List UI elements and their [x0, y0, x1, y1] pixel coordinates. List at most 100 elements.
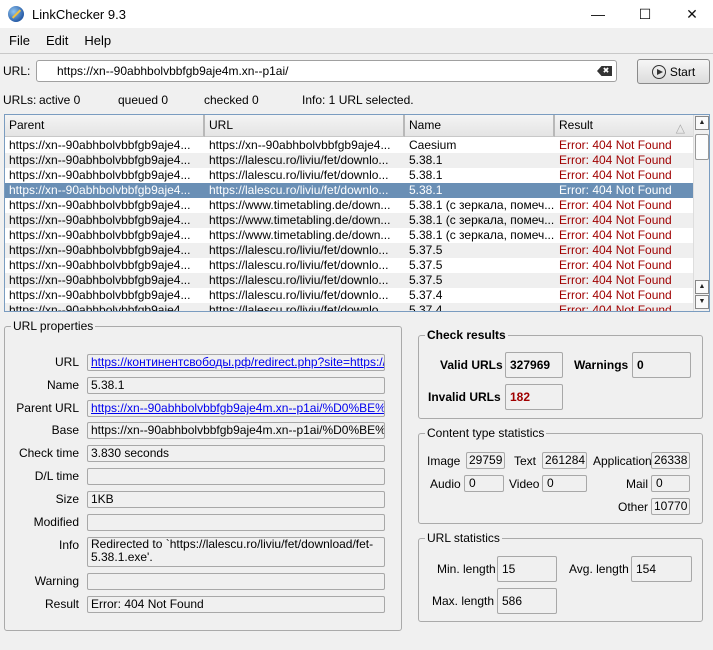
menu-help[interactable]: Help	[76, 33, 119, 48]
cell-url: https://lalescu.ro/liviu/fet/downlo...	[209, 258, 389, 272]
cell-url: https://www.timetabling.de/down...	[209, 213, 391, 227]
column-header-result[interactable]: Result △	[555, 115, 695, 137]
status-line: URLs: active 0 queued 0 checked 0 Info: …	[3, 93, 703, 109]
property-label-url: URL	[54, 355, 79, 369]
cell-result: Error: 404 Not Found	[559, 288, 672, 302]
property-value-check-time: 3.830 seconds	[87, 445, 385, 462]
table-row[interactable]: https://xn--90abhbolvbbfgb9aje4... https:…	[5, 168, 695, 183]
content-type-statistics-title: Content type statistics	[425, 426, 547, 440]
max-length-label: Max. length	[432, 594, 495, 608]
property-label-result: Result	[44, 597, 79, 611]
cell-result: Error: 404 Not Found	[559, 243, 672, 257]
menu-edit[interactable]: Edit	[38, 33, 76, 48]
table-row[interactable]: https://xn--90abhbolvbbfgb9aje4... https:…	[5, 138, 695, 153]
cell-parent: https://xn--90abhbolvbbfgb9aje4...	[9, 243, 191, 257]
property-value-modified	[87, 514, 385, 531]
mail-label: Mail	[626, 477, 649, 491]
max-length-value: 586	[497, 588, 557, 614]
cell-name: 5.38.1	[409, 168, 443, 182]
url-properties-title: URL properties	[11, 319, 96, 333]
property-value-name: 5.38.1	[87, 377, 385, 394]
table-row[interactable]: https://xn--90abhbolvbbfgb9aje4... https:…	[5, 198, 695, 213]
scroll-thumb[interactable]	[695, 134, 709, 160]
column-header-parent[interactable]: Parent	[5, 115, 205, 137]
column-header-result-label: Result	[559, 118, 594, 132]
table-row[interactable]: https://xn--90abhbolvbbfgb9aje4... https:…	[5, 258, 695, 273]
cell-name: Caesium	[409, 138, 457, 152]
cell-result: Error: 404 Not Found	[559, 153, 672, 167]
property-label-name: Name	[46, 378, 79, 392]
cell-parent: https://xn--90abhbolvbbfgb9aje4...	[9, 228, 191, 242]
minimize-button[interactable]: —	[575, 0, 621, 28]
cell-parent: https://xn--90abhbolvbbfgb9aje4...	[9, 213, 191, 227]
table-row[interactable]: https://xn--90abhbolvbbfgb9aje4... https:…	[5, 153, 695, 168]
cell-url: https://lalescu.ro/liviu/fet/downlo...	[209, 303, 389, 312]
url-input[interactable]: https://xn--90abhbolvbbfgb9aje4m.xn--p1a…	[36, 60, 617, 82]
cell-parent: https://xn--90abhbolvbbfgb9aje4...	[9, 288, 191, 302]
warnings-label: Warnings	[574, 358, 629, 372]
warnings-value: 0	[632, 352, 691, 378]
active-count: active 0	[39, 93, 81, 107]
image-label: Image	[427, 454, 461, 468]
table-header: Parent URL Name Result △	[5, 115, 695, 137]
valid-urls-value: 327969	[505, 352, 563, 378]
table-body: https://xn--90abhbolvbbfgb9aje4... https:…	[5, 138, 695, 312]
app-icon	[8, 6, 24, 22]
property-value-url[interactable]: https://континентсвободы.рф/redirect.php…	[87, 354, 385, 371]
application-count: 26338	[651, 452, 690, 469]
property-label-d-l-time: D/L time	[34, 469, 79, 483]
table-row[interactable]: https://xn--90abhbolvbbfgb9aje4... https:…	[5, 288, 695, 303]
maximize-button[interactable]: ☐	[622, 0, 668, 28]
url-properties-group: URL properties URL https://континентсвобо…	[4, 319, 402, 631]
avg-length-label: Avg. length	[569, 562, 629, 576]
cell-name: 5.38.1	[409, 183, 443, 197]
table-row[interactable]: https://xn--90abhbolvbbfgb9aje4... https:…	[5, 213, 695, 228]
property-value-d-l-time	[87, 468, 385, 485]
min-length-value: 15	[497, 556, 557, 582]
table-row[interactable]: https://xn--90abhbolvbbfgb9aje4... https:…	[5, 243, 695, 258]
cell-url: https://lalescu.ro/liviu/fet/downlo...	[209, 183, 389, 197]
menu-file[interactable]: File	[0, 33, 38, 48]
image-count: 29759	[466, 452, 505, 469]
invalid-urls-label: Invalid URLs	[428, 390, 501, 404]
table-row[interactable]: https://xn--90abhbolvbbfgb9aje4... https:…	[5, 303, 695, 312]
cell-name: 5.37.4	[409, 288, 443, 302]
scroll-up-button[interactable]: ▲	[695, 116, 709, 130]
text-label: Text	[514, 454, 537, 468]
vertical-scrollbar[interactable]: ▲ ▲ ▼	[693, 115, 709, 311]
cell-result: Error: 404 Not Found	[559, 183, 672, 197]
cell-parent: https://xn--90abhbolvbbfgb9aje4...	[9, 168, 191, 182]
close-button[interactable]: ✕	[669, 0, 713, 28]
property-value-parent-url[interactable]: https://xn--90abhbolvbbfgb9aje4m.xn--p1a…	[87, 400, 385, 417]
video-count: 0	[542, 475, 587, 492]
content-type-statistics-group: Content type statistics Image 29759 Text…	[418, 426, 703, 524]
table-row[interactable]: https://xn--90abhbolvbbfgb9aje4... https:…	[5, 273, 695, 288]
start-button[interactable]: Start	[637, 59, 710, 84]
cell-parent: https://xn--90abhbolvbbfgb9aje4...	[9, 138, 191, 152]
title-bar: LinkChecker 9.3 — ☐ ✕	[0, 0, 713, 28]
scroll-down-button[interactable]: ▼	[695, 295, 709, 309]
property-value-info: Redirected to `https://lalescu.ro/liviu/…	[87, 537, 385, 567]
cell-result: Error: 404 Not Found	[559, 198, 672, 212]
cell-url: https://lalescu.ro/liviu/fet/downlo...	[209, 153, 389, 167]
cell-parent: https://xn--90abhbolvbbfgb9aje4...	[9, 198, 191, 212]
checked-count: checked 0	[204, 93, 259, 107]
cell-url: https://www.timetabling.de/down...	[209, 198, 391, 212]
table-row[interactable]: https://xn--90abhbolvbbfgb9aje4... https:…	[5, 228, 695, 243]
property-label-parent-url: Parent URL	[16, 401, 79, 415]
property-label-info: Info	[58, 538, 79, 552]
min-length-label: Min. length	[437, 562, 496, 576]
application-label: Application	[593, 454, 652, 468]
window-title: LinkChecker 9.3	[32, 6, 126, 22]
scroll-page-up-button[interactable]: ▲	[695, 280, 709, 294]
cell-url: https://lalescu.ro/liviu/fet/downlo...	[209, 288, 389, 302]
cell-parent: https://xn--90abhbolvbbfgb9aje4...	[9, 183, 191, 197]
cell-parent: https://xn--90abhbolvbbfgb9aje4...	[9, 153, 191, 167]
urls-label: URLs:	[3, 93, 37, 107]
url-statistics-title: URL statistics	[425, 531, 502, 545]
cell-result: Error: 404 Not Found	[559, 228, 672, 242]
cell-result: Error: 404 Not Found	[559, 168, 672, 182]
column-header-url[interactable]: URL	[205, 115, 405, 137]
table-row-selected[interactable]: https://xn--90abhbolvbbfgb9aje4... https:…	[5, 183, 695, 198]
column-header-name[interactable]: Name	[405, 115, 555, 137]
